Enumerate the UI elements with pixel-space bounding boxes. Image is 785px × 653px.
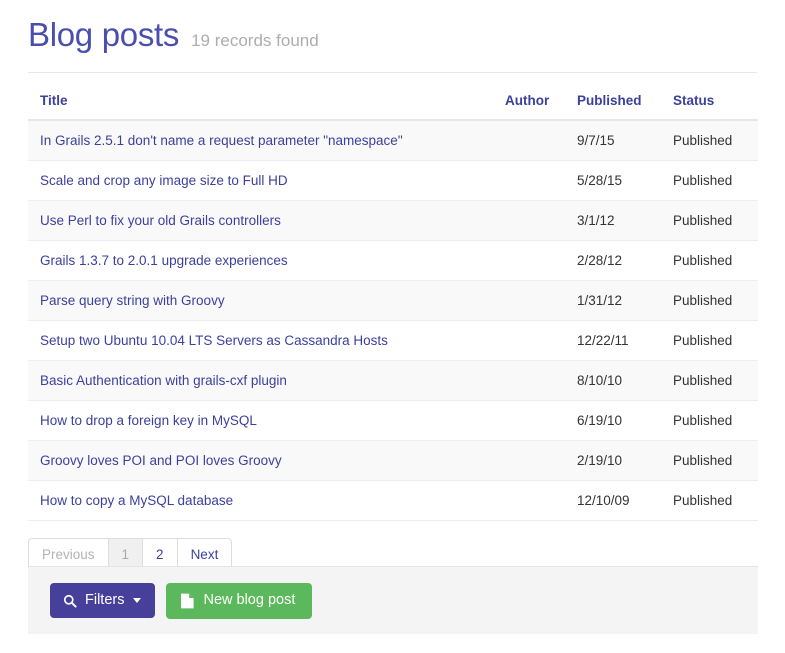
column-header-status[interactable]: Status <box>661 93 758 121</box>
cell-status: Published <box>661 480 758 521</box>
cell-title: In Grails 2.5.1 don't name a request par… <box>28 120 493 161</box>
filters-button[interactable]: Filters <box>50 583 156 618</box>
table-row[interactable]: Parse query string with Groovy 1/31/12 Pub… <box>28 280 758 321</box>
cell-title: How to drop a foreign key in MySQL <box>28 400 493 441</box>
records-table-container: Title Author Published Status In Grails … <box>0 93 785 521</box>
new-blog-post-label: New blog post <box>203 592 296 609</box>
table-body: In Grails 2.5.1 don't name a request par… <box>28 120 758 521</box>
cell-published: 1/31/12 <box>565 280 661 321</box>
cell-title: Groovy loves POI and POI loves Groovy <box>28 440 493 481</box>
cell-published: 2/19/10 <box>565 440 661 481</box>
cell-title: Use Perl to fix your old Grails controll… <box>28 200 493 241</box>
table-header: Title Author Published Status <box>28 93 758 121</box>
cell-author <box>493 320 565 361</box>
cell-status: Published <box>661 320 758 361</box>
new-blog-post-button[interactable]: New blog post <box>166 582 313 619</box>
cell-author <box>493 440 565 481</box>
table-row[interactable]: Grails 1.3.7 to 2.0.1 upgrade experience… <box>28 240 758 281</box>
cell-author <box>493 360 565 401</box>
cell-status: Published <box>661 240 758 281</box>
pagination-container: Previous 1 2 Next <box>0 521 785 571</box>
blog-posts-table: Title Author Published Status In Grails … <box>28 93 758 521</box>
post-title-link[interactable]: Basic Authentication with grails-cxf plu… <box>40 373 287 388</box>
post-title-link[interactable]: In Grails 2.5.1 don't name a request par… <box>40 133 403 148</box>
post-title-link[interactable]: Use Perl to fix your old Grails controll… <box>40 213 281 228</box>
cell-title: Grails 1.3.7 to 2.0.1 upgrade experience… <box>28 240 493 281</box>
header-divider <box>28 72 757 73</box>
post-title-link[interactable]: Scale and crop any image size to Full HD <box>40 173 288 188</box>
cell-author <box>493 400 565 441</box>
post-title-link[interactable]: Setup two Ubuntu 10.04 LTS Servers as Ca… <box>40 333 388 348</box>
cell-title: Parse query string with Groovy <box>28 280 493 321</box>
table-row[interactable]: How to drop a foreign key in MySQL 6/19/1… <box>28 400 758 441</box>
cell-author <box>493 480 565 521</box>
column-header-title[interactable]: Title <box>28 93 493 121</box>
cell-published: 12/22/11 <box>565 320 661 361</box>
record-count-label: 19 records found <box>191 31 319 50</box>
filters-button-label: Filters <box>85 592 125 609</box>
column-header-published[interactable]: Published <box>565 93 661 121</box>
cell-title: Basic Authentication with grails-cxf plu… <box>28 360 493 401</box>
post-title-link[interactable]: Groovy loves POI and POI loves Groovy <box>40 453 282 468</box>
page-title: Blog posts <box>28 16 180 53</box>
cell-published: 8/10/10 <box>565 360 661 401</box>
cell-title: Setup two Ubuntu 10.04 LTS Servers as Ca… <box>28 320 493 361</box>
cell-published: 2/28/12 <box>565 240 661 281</box>
cell-status: Published <box>661 120 758 161</box>
cell-status: Published <box>661 200 758 241</box>
cell-published: 5/28/15 <box>565 160 661 201</box>
file-icon <box>180 593 195 609</box>
cell-author <box>493 120 565 161</box>
table-row[interactable]: Basic Authentication with grails-cxf plu… <box>28 360 758 401</box>
cell-author <box>493 200 565 241</box>
table-row[interactable]: Scale and crop any image size to Full HD… <box>28 160 758 201</box>
cell-published: 6/19/10 <box>565 400 661 441</box>
cell-status: Published <box>661 440 758 481</box>
column-header-author[interactable]: Author <box>493 93 565 121</box>
cell-status: Published <box>661 400 758 441</box>
cell-status: Published <box>661 160 758 201</box>
cell-status: Published <box>661 280 758 321</box>
footer-action-bar: Filters New blog post <box>28 566 758 634</box>
cell-author <box>493 160 565 201</box>
cell-author <box>493 240 565 281</box>
post-title-link[interactable]: How to copy a MySQL database <box>40 493 233 508</box>
cell-published: 3/1/12 <box>565 200 661 241</box>
cell-status: Published <box>661 360 758 401</box>
post-title-link[interactable]: How to drop a foreign key in MySQL <box>40 413 257 428</box>
table-row[interactable]: Groovy loves POI and POI loves Groovy 2/1… <box>28 440 758 481</box>
cell-published: 9/7/15 <box>565 120 661 161</box>
cell-author <box>493 280 565 321</box>
chevron-down-icon <box>133 598 142 603</box>
post-title-link[interactable]: Parse query string with Groovy <box>40 293 225 308</box>
page-header: Blog posts 19 records found <box>0 0 785 51</box>
cell-published: 12/10/09 <box>565 480 661 521</box>
cell-title: Scale and crop any image size to Full HD <box>28 160 493 201</box>
post-title-link[interactable]: Grails 1.3.7 to 2.0.1 upgrade experience… <box>40 253 288 268</box>
table-row[interactable]: In Grails 2.5.1 don't name a request par… <box>28 120 758 161</box>
table-row[interactable]: How to copy a MySQL database 12/10/09 Publ… <box>28 480 758 521</box>
blog-posts-page: Blog posts 19 records found Title Author… <box>0 0 785 653</box>
table-row[interactable]: Use Perl to fix your old Grails controll… <box>28 200 758 241</box>
cell-title: How to copy a MySQL database <box>28 480 493 521</box>
search-icon <box>63 594 77 608</box>
table-row[interactable]: Setup two Ubuntu 10.04 LTS Servers as Ca… <box>28 320 758 361</box>
table-header-row: Title Author Published Status <box>28 93 758 121</box>
